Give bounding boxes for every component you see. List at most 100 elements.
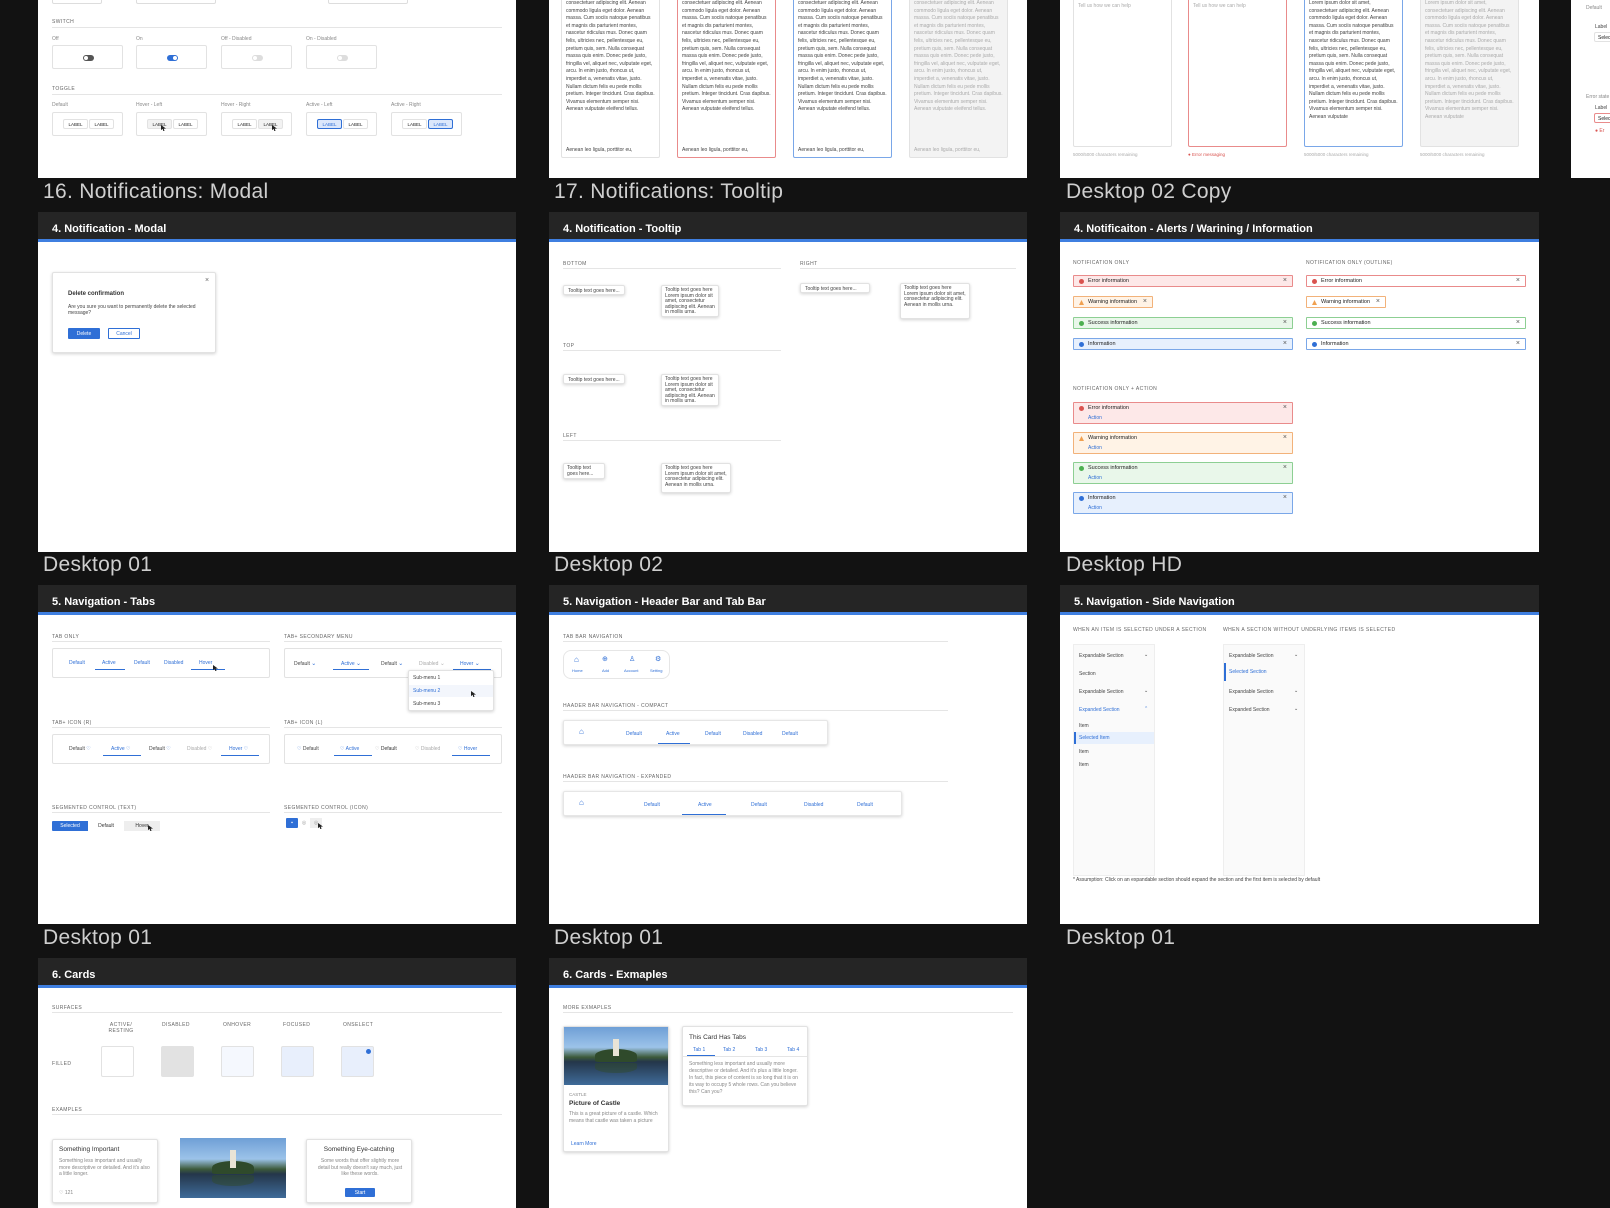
segment-default[interactable]: Default bbox=[88, 821, 124, 831]
tab-default[interactable]: Default ♡ bbox=[149, 746, 171, 752]
tab-default[interactable]: Default ⌄ bbox=[381, 660, 403, 667]
close-icon[interactable]: × bbox=[1283, 494, 1287, 501]
nav-item[interactable]: Item bbox=[1079, 723, 1089, 729]
textarea-board[interactable]: consectetuer adipiscing elit. Aenean com… bbox=[549, 0, 1027, 178]
tab-hover[interactable]: Hover ♡ bbox=[229, 746, 248, 752]
card-tab[interactable]: Tab 3 bbox=[755, 1047, 767, 1053]
card-castle[interactable]: CASTLE Picture of Castle This is a great… bbox=[563, 1026, 669, 1152]
delete-button[interactable]: Delete bbox=[68, 328, 100, 339]
close-icon[interactable]: × bbox=[1516, 277, 1520, 284]
toggle-right[interactable]: LABEL bbox=[173, 119, 198, 129]
alerts-board[interactable]: 4. Notificaiton - Alerts / Warining / In… bbox=[1060, 212, 1539, 552]
cards-examples-board[interactable]: 6. Cards - Exmaples MORE EXMAPLES CASTLE… bbox=[549, 958, 1027, 1208]
card-tab[interactable]: Tab 4 bbox=[787, 1047, 799, 1053]
surface-select[interactable] bbox=[341, 1046, 374, 1077]
tab-bar-label[interactable]: Setting bbox=[650, 668, 662, 673]
toggle-left[interactable]: LABEL bbox=[232, 119, 257, 129]
tab-default[interactable]: ♡ Default bbox=[297, 746, 319, 752]
nav-expandable[interactable]: Expandable Section bbox=[1079, 689, 1123, 695]
nav-item-selected[interactable]: Selected Item bbox=[1074, 732, 1154, 744]
tab-bar-label[interactable]: Account bbox=[624, 668, 638, 673]
close-icon[interactable]: × bbox=[1283, 464, 1287, 471]
nav-default[interactable]: Default bbox=[644, 802, 660, 808]
learn-more-link[interactable]: Learn More bbox=[571, 1141, 597, 1147]
account-icon[interactable]: ♙ bbox=[629, 655, 635, 663]
textarea-default[interactable]: consectetuer adipiscing elit. Aenean com… bbox=[561, 0, 660, 158]
home-icon[interactable]: ⌂ bbox=[579, 727, 584, 736]
card-with-tabs[interactable]: This Card Has Tabs Tab 1 Tab 2 Tab 3 Tab… bbox=[682, 1026, 808, 1106]
cancel-button[interactable]: Cancel bbox=[108, 328, 140, 339]
nav-section-selected[interactable]: Selected Section bbox=[1224, 663, 1304, 681]
add-icon[interactable]: ⊕ bbox=[602, 655, 608, 663]
tab-active[interactable]: Active ♡ bbox=[111, 746, 131, 752]
tab-bar-label[interactable]: Home bbox=[572, 668, 583, 673]
toggle-right[interactable]: LABEL bbox=[428, 119, 453, 129]
nav-expandable[interactable]: Expandable Section bbox=[1079, 653, 1123, 659]
segment-hover[interactable]: Hover bbox=[124, 821, 160, 831]
like-counter[interactable]: ♡ 121 bbox=[59, 1190, 73, 1196]
tab-active[interactable]: Active bbox=[102, 660, 116, 666]
tab-hover[interactable]: ♡ Hover bbox=[458, 746, 477, 752]
nav-expanded[interactable]: Expanded Section bbox=[1079, 707, 1120, 713]
toggle-left[interactable]: LABEL bbox=[402, 119, 427, 129]
submenu-item[interactable]: Sub-menu 3 bbox=[413, 701, 440, 707]
tab-default[interactable]: Default bbox=[69, 660, 85, 666]
surface-resting[interactable] bbox=[101, 1046, 134, 1077]
tab-hover[interactable]: Hover bbox=[199, 660, 212, 666]
switch-on[interactable] bbox=[167, 55, 178, 61]
close-icon[interactable]: × bbox=[205, 277, 209, 284]
segment-icon-selected[interactable]: ▪ bbox=[286, 818, 298, 828]
side-nav-board[interactable]: 5. Navigation - Side Navigation WHEN AN … bbox=[1060, 585, 1539, 924]
card-tab-active[interactable]: Tab 1 bbox=[693, 1047, 705, 1053]
desktop02-copy-board[interactable]: Tell us how we can help 5000/5000 charac… bbox=[1060, 0, 1539, 178]
close-icon[interactable]: × bbox=[1283, 340, 1287, 347]
home-icon[interactable]: ⌂ bbox=[574, 655, 579, 664]
nav-default[interactable]: Default bbox=[857, 802, 873, 808]
start-button[interactable]: Start bbox=[345, 1188, 375, 1197]
nav-expandable[interactable]: Expandable Section bbox=[1229, 689, 1273, 695]
submenu-item[interactable]: Sub-menu 1 bbox=[413, 675, 440, 681]
action-link[interactable]: Action bbox=[1088, 415, 1102, 421]
tab-hover[interactable]: Hover ⌄ bbox=[460, 660, 480, 667]
toggle-right[interactable]: LABEL bbox=[89, 119, 114, 129]
tab-active[interactable]: ♡ Active bbox=[340, 746, 359, 752]
toggle-right[interactable]: LABEL bbox=[258, 119, 283, 129]
tab-bar-label[interactable]: Add bbox=[602, 668, 609, 673]
action-link[interactable]: Action bbox=[1088, 505, 1102, 511]
card-tab[interactable]: Tab 2 bbox=[723, 1047, 735, 1053]
tabs-board[interactable]: 5. Navigation - Tabs TAB ONLY TAB+ SECON… bbox=[38, 585, 516, 924]
textarea-error[interactable]: Tell us how we can help bbox=[1188, 0, 1287, 147]
tooltip-board[interactable]: 4. Notification - Tooltip BOTTOM RIGHT T… bbox=[549, 212, 1027, 552]
switch-toggle-board[interactable]: SWITCH Off On Off - Disabled On - Disabl… bbox=[38, 0, 516, 178]
toggle-left[interactable]: LABEL bbox=[317, 119, 342, 129]
textarea-error[interactable]: consectetuer adipiscing elit. Aenean com… bbox=[677, 0, 776, 158]
nav-default[interactable]: Default bbox=[626, 731, 642, 737]
close-icon[interactable]: × bbox=[1283, 434, 1287, 441]
close-icon[interactable]: × bbox=[1376, 298, 1380, 305]
submenu-item-hover[interactable]: Sub-menu 2 bbox=[409, 685, 493, 697]
close-icon[interactable]: × bbox=[1143, 298, 1147, 305]
close-icon[interactable]: × bbox=[1283, 277, 1287, 284]
nav-active[interactable]: Active bbox=[698, 802, 712, 808]
nav-item[interactable]: Item bbox=[1079, 749, 1089, 755]
close-icon[interactable]: × bbox=[1283, 319, 1287, 326]
tab-default[interactable]: Default ⌄ bbox=[294, 660, 316, 667]
nav-item[interactable]: Item bbox=[1079, 762, 1089, 768]
tab-default[interactable]: Default bbox=[134, 660, 150, 666]
nav-default[interactable]: Default bbox=[705, 731, 721, 737]
gear-icon[interactable]: ⚙ bbox=[655, 655, 661, 663]
textarea-placeholder[interactable]: Tell us how we can help bbox=[1073, 0, 1172, 147]
header-tabbar-board[interactable]: 5. Navigation - Header Bar and Tab Bar T… bbox=[549, 585, 1027, 924]
close-icon[interactable]: × bbox=[1516, 319, 1520, 326]
tab-default[interactable]: ♡ Default bbox=[375, 746, 397, 752]
home-icon[interactable]: ⌂ bbox=[579, 798, 584, 807]
toggle-left[interactable]: LABEL bbox=[147, 119, 172, 129]
segment-selected[interactable]: Selected bbox=[52, 821, 88, 831]
nav-default[interactable]: Default bbox=[782, 731, 798, 737]
textarea-filled[interactable]: Lorem ipsum dolor sit amet, consectetuer… bbox=[1304, 0, 1403, 147]
segment-icon-default[interactable]: ◎ bbox=[298, 818, 310, 828]
surface-hover[interactable] bbox=[221, 1046, 254, 1077]
select-field-error[interactable]: Select bbox=[1594, 113, 1610, 123]
nav-section[interactable]: Section bbox=[1079, 671, 1096, 677]
toggle-left[interactable]: LABEL bbox=[63, 119, 88, 129]
